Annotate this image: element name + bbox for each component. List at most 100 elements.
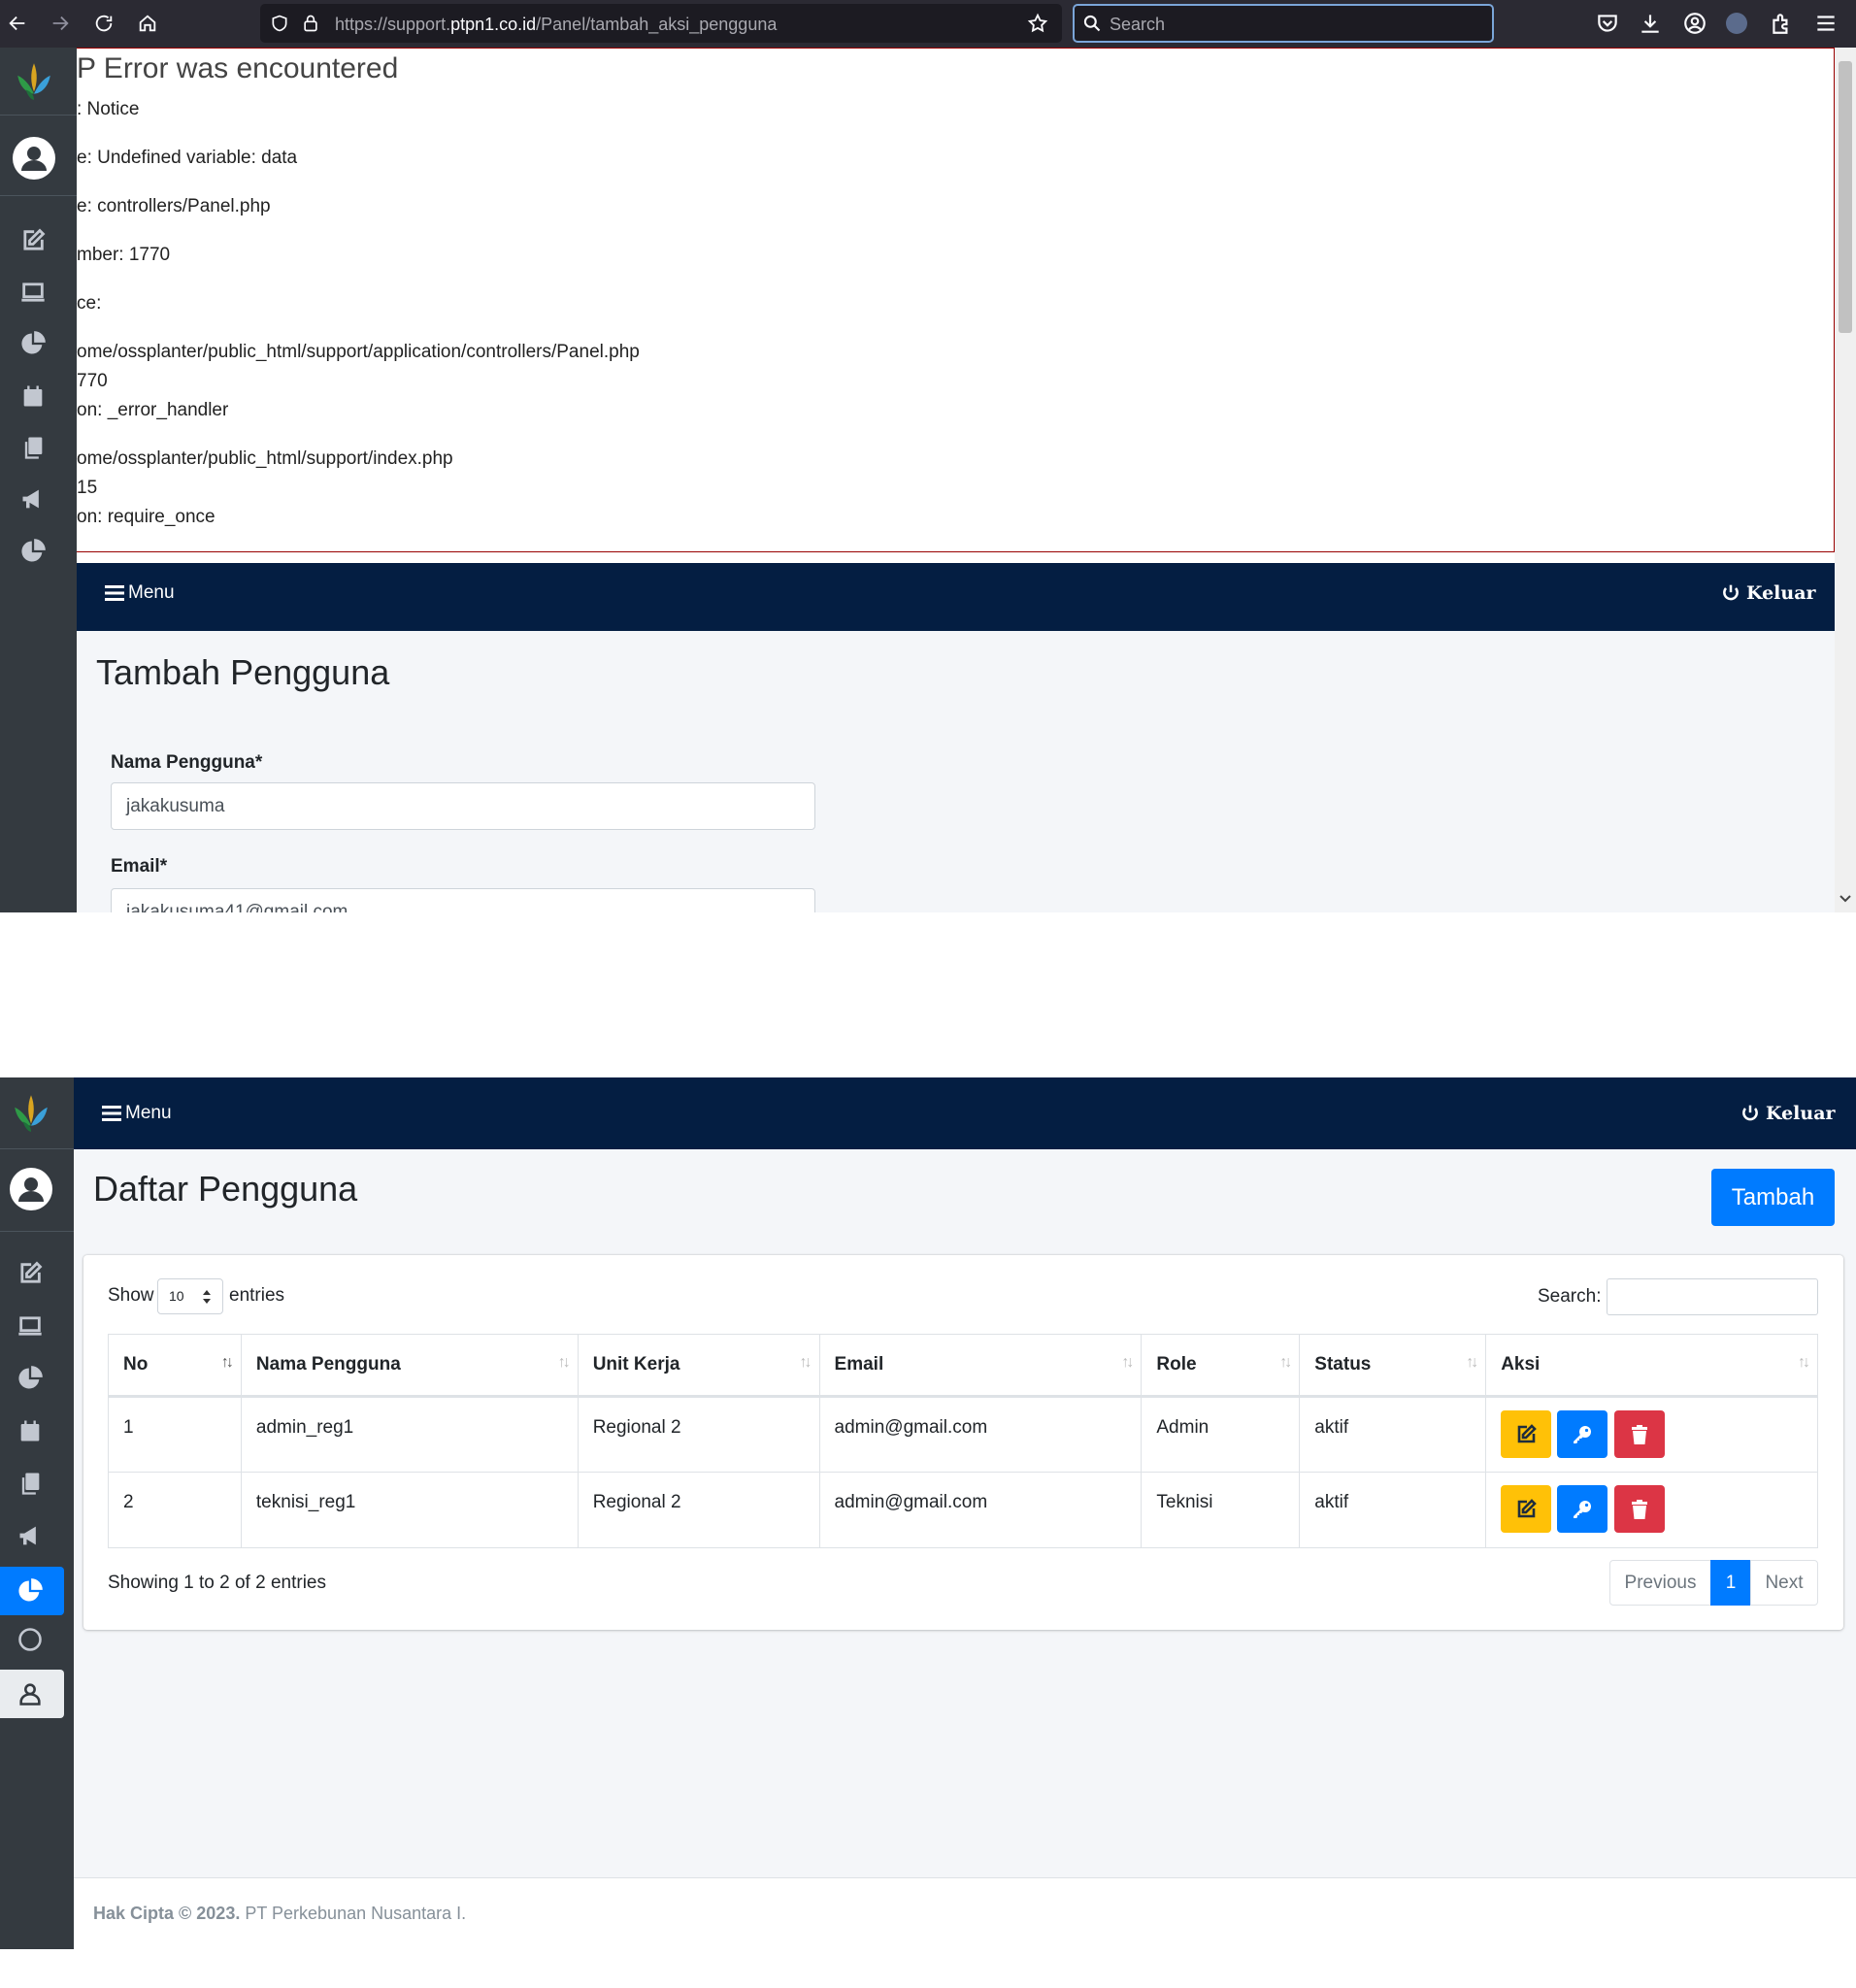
copy-icon[interactable] [19, 434, 47, 461]
leaf-logo-icon [17, 63, 50, 100]
next-page-button[interactable]: Next [1750, 1560, 1818, 1606]
column-header-email[interactable]: Email ↑↓ [818, 1334, 1143, 1398]
edit-button[interactable] [1501, 1485, 1552, 1533]
username-input[interactable]: jakakusuma [111, 782, 815, 830]
previous-page-button[interactable]: Previous [1609, 1560, 1711, 1606]
column-header-status[interactable]: Status ↑↓ [1299, 1334, 1487, 1398]
delete-button[interactable] [1613, 1485, 1665, 1533]
extension-avatar-icon[interactable] [1726, 13, 1747, 34]
page-length-select[interactable]: 10 [157, 1278, 223, 1314]
home-button[interactable] [133, 9, 162, 38]
error-line: on: _error_handler [77, 400, 229, 420]
key-icon [1574, 1501, 1592, 1518]
extensions-icon[interactable] [1769, 11, 1794, 36]
error-line: e: controllers/Panel.php [77, 196, 271, 216]
user-avatar[interactable] [10, 1168, 52, 1210]
cell-actions [1485, 1472, 1818, 1548]
logo[interactable] [0, 48, 77, 116]
logo[interactable] [0, 1077, 74, 1149]
column-header-nama[interactable]: Nama Pengguna ↑↓ [240, 1334, 579, 1398]
edit-icon[interactable] [17, 1260, 44, 1287]
column-header-role[interactable]: Role ↑↓ [1141, 1334, 1301, 1398]
reset-password-button[interactable] [1557, 1410, 1608, 1458]
email-input[interactable]: jakakusuma41@gmail.com [111, 888, 815, 912]
calendar-icon[interactable] [19, 382, 47, 410]
cell-role: Admin [1141, 1396, 1301, 1473]
sidebar-divider [0, 195, 77, 196]
sort-icon: ↑↓ [1121, 1354, 1134, 1371]
delete-button[interactable] [1613, 1410, 1665, 1458]
top-content: P Error was encountered : Notice e: Unde… [77, 48, 1835, 912]
bookmark-star-icon[interactable] [1027, 13, 1048, 34]
circle-icon[interactable] [17, 1626, 44, 1653]
chart-pie-icon[interactable] [19, 538, 47, 565]
table-search-input[interactable] [1607, 1278, 1818, 1315]
bullhorn-icon[interactable] [17, 1522, 44, 1549]
add-user-button[interactable]: Tambah [1711, 1169, 1835, 1226]
cell-actions [1485, 1396, 1818, 1473]
column-label: No [123, 1354, 149, 1375]
logout-label: Keluar [1746, 582, 1816, 604]
sidebar-item-active[interactable] [0, 1567, 64, 1615]
sort-icon: ↑↓ [1798, 1354, 1810, 1371]
trash-icon [1631, 1500, 1647, 1519]
edit-button[interactable] [1501, 1410, 1552, 1458]
chart-pie-icon[interactable] [19, 330, 47, 357]
error-line: 770 [77, 371, 108, 391]
user-list-screen: Menu Keluar Daftar Pengguna Tambah Show … [0, 1077, 1856, 1949]
copyright-text: Hak Cipta © 2023. PT Perkebunan Nusantar… [93, 1904, 466, 1924]
pocket-icon[interactable] [1595, 11, 1620, 36]
edit-icon [1517, 1499, 1538, 1518]
menu-button[interactable]: Menu [105, 582, 175, 604]
chevron-down-icon[interactable] [1839, 892, 1852, 906]
sidebar-item-users[interactable] [0, 1670, 64, 1718]
sort-icon: ↑↓ [1279, 1354, 1292, 1371]
column-label: Aksi [1501, 1354, 1541, 1375]
column-header-unit[interactable]: Unit Kerja ↑↓ [577, 1334, 820, 1398]
cell-status: aktif [1299, 1472, 1487, 1548]
sort-icon: ↑↓ [799, 1354, 812, 1371]
account-icon[interactable] [1682, 11, 1707, 36]
page-1-button[interactable]: 1 [1710, 1560, 1751, 1606]
menu-label: Menu [125, 1103, 172, 1123]
browser-toolbar: https://support.ptpn1.co.id/Panel/tambah… [0, 0, 1856, 48]
forward-button[interactable] [46, 9, 75, 38]
back-button[interactable] [3, 9, 32, 38]
url-bar[interactable]: https://support.ptpn1.co.id/Panel/tambah… [260, 4, 1062, 43]
chart-pie-icon[interactable] [17, 1365, 44, 1392]
laptop-icon[interactable] [17, 1312, 44, 1340]
footer: Hak Cipta © 2023. PT Perkebunan Nusantar… [74, 1877, 1856, 1949]
edit-icon[interactable] [19, 227, 47, 254]
error-line: ce: [77, 293, 102, 314]
column-header-no[interactable]: No ↑↓ [108, 1334, 242, 1398]
php-error-box: P Error was encountered : Notice e: Unde… [77, 48, 1835, 552]
table-info: Showing 1 to 2 of 2 entries [108, 1573, 326, 1593]
reset-password-button[interactable] [1557, 1485, 1608, 1533]
error-line: mber: 1770 [77, 245, 171, 265]
bullhorn-icon[interactable] [19, 485, 47, 513]
chart-pie-icon [17, 1577, 44, 1605]
logout-button[interactable]: Keluar [1721, 582, 1816, 604]
hamburger-menu-icon[interactable] [1813, 11, 1839, 36]
show-label: Show [108, 1285, 154, 1306]
page-scrollbar[interactable] [1835, 48, 1856, 912]
entries-label: entries [229, 1285, 285, 1306]
user-avatar[interactable] [13, 137, 55, 180]
browser-search-input[interactable]: Search [1073, 4, 1494, 43]
top-navbar: Menu Keluar [77, 563, 1835, 631]
copy-icon[interactable] [17, 1470, 44, 1497]
shield-icon[interactable] [270, 14, 289, 33]
laptop-icon[interactable] [19, 279, 47, 306]
logout-button[interactable]: Keluar [1740, 1103, 1836, 1124]
lock-icon[interactable] [301, 13, 320, 34]
column-header-aksi[interactable]: Aksi ↑↓ [1485, 1334, 1818, 1398]
cell-unit: Regional 2 [577, 1472, 820, 1548]
menu-button[interactable]: Menu [102, 1103, 172, 1124]
scrollbar-thumb[interactable] [1839, 61, 1852, 333]
table-header-row: No ↑↓ Nama Pengguna ↑↓ Unit Kerja ↑↓ Email ↑… [108, 1334, 1818, 1398]
calendar-icon[interactable] [17, 1417, 44, 1444]
form-page: Tambah Pengguna Nama Pengguna* jakakusum… [77, 631, 1835, 912]
download-icon[interactable] [1638, 11, 1663, 36]
reload-button[interactable] [89, 9, 118, 38]
cell-nama: admin_reg1 [240, 1396, 579, 1473]
